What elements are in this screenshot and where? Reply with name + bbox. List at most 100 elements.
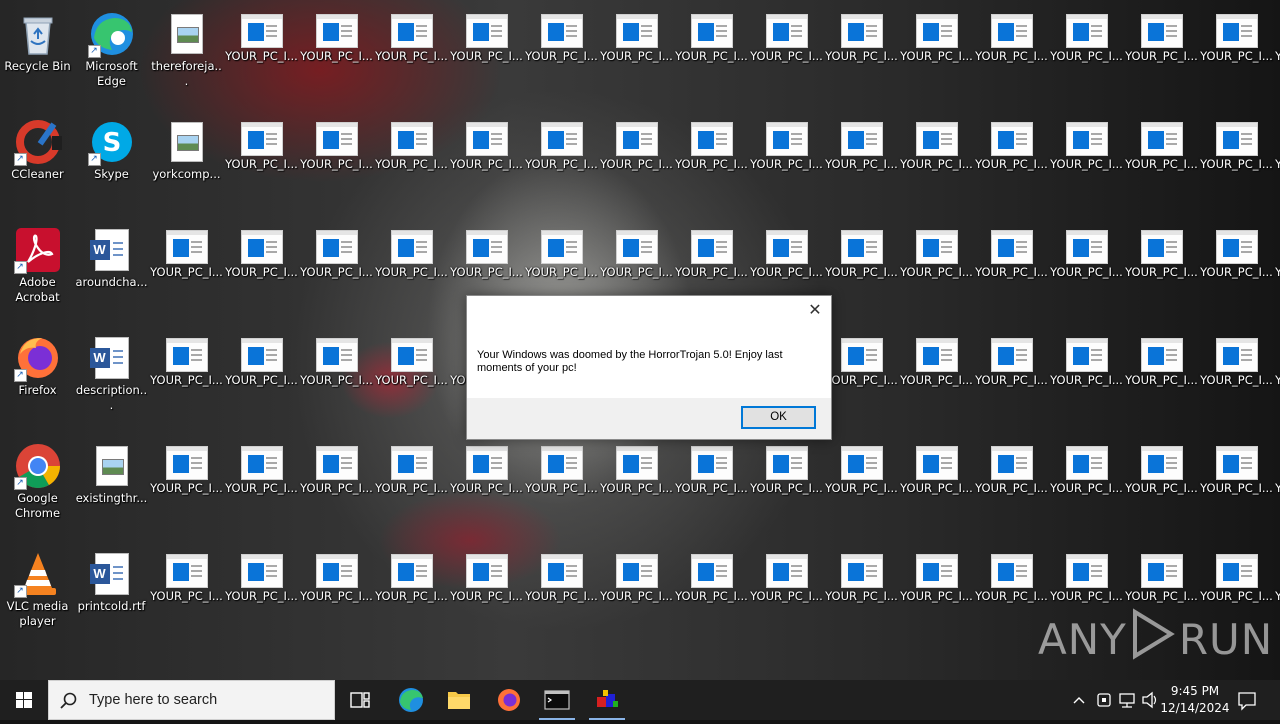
- taskbar-search-box[interactable]: Type here to search: [48, 680, 335, 720]
- desktop-icon-skype[interactable]: S ↗ Skype: [74, 112, 149, 212]
- ransom-note-file-icon[interactable]: YOUR_PC_I...: [824, 220, 899, 320]
- ransom-note-file-icon[interactable]: YOUR_PC_I...: [374, 4, 449, 104]
- ok-button[interactable]: OK: [741, 406, 816, 429]
- close-icon[interactable]: ✕: [805, 300, 825, 320]
- desktop-icon-microsoft-edge[interactable]: ↗ Microsoft Edge: [74, 4, 149, 104]
- desktop-icon-adobe-acrobat[interactable]: ↗ Adobe Acrobat: [0, 220, 75, 320]
- ransom-note-file-icon[interactable]: YOUR_PC_I...: [599, 112, 674, 212]
- ransom-note-file-icon[interactable]: YOUR_PC_I...: [299, 436, 374, 536]
- desktop-icon-ccleaner[interactable]: ↗ CCleaner: [0, 112, 75, 212]
- ransom-note-file-icon[interactable]: YOUR_PC_I...: [449, 436, 524, 536]
- ransom-note-file-icon[interactable]: YOUR_PC_I...: [299, 4, 374, 104]
- taskbar-command-prompt[interactable]: [533, 680, 581, 720]
- ransom-note-file-icon[interactable]: YOUR_PC_I...: [974, 4, 1049, 104]
- ransom-note-file-icon[interactable]: YOUR_PC_I...: [674, 4, 749, 104]
- desktop-icon-google-chrome[interactable]: ↗ Google Chrome: [0, 436, 75, 536]
- ransom-note-file-icon[interactable]: YOUR_PC_I...: [374, 220, 449, 320]
- ransom-note-file-icon[interactable]: YOUR_PC_I...: [1124, 220, 1199, 320]
- ransom-note-file-icon[interactable]: YOUR_PC_I...: [899, 4, 974, 104]
- desktop-icon-yorkcomp[interactable]: yorkcomp...: [149, 112, 224, 212]
- ransom-note-file-icon[interactable]: YOUR_PC_I...: [899, 544, 974, 644]
- ransom-note-file-icon[interactable]: YOUR_PC_I...: [599, 436, 674, 536]
- ransom-note-file-icon[interactable]: YOUR_PC_I...: [1274, 4, 1280, 104]
- ransom-note-file-icon[interactable]: YOUR_PC_I...: [149, 436, 224, 536]
- ransom-note-file-icon[interactable]: YOUR_PC_I...: [749, 436, 824, 536]
- taskbar-clock[interactable]: 9:45 PM 12/14/2024: [1160, 683, 1230, 717]
- ransom-note-file-icon[interactable]: YOUR_PC_I...: [299, 544, 374, 644]
- ransom-note-file-icon[interactable]: YOUR_PC_I...: [1274, 220, 1280, 320]
- ransom-note-file-icon[interactable]: YOUR_PC_I...: [1124, 4, 1199, 104]
- ransom-note-file-icon[interactable]: YOUR_PC_I...: [1049, 328, 1124, 428]
- ransom-note-file-icon[interactable]: YOUR_PC_I...: [674, 544, 749, 644]
- taskbar-file-explorer[interactable]: [435, 680, 483, 720]
- ransom-note-file-icon[interactable]: YOUR_PC_I...: [224, 328, 299, 428]
- ransom-note-file-icon[interactable]: YOUR_PC_I...: [449, 112, 524, 212]
- ransom-note-file-icon[interactable]: YOUR_PC_I...: [749, 544, 824, 644]
- ransom-note-file-icon[interactable]: YOUR_PC_I...: [224, 220, 299, 320]
- ransom-note-file-icon[interactable]: YOUR_PC_I...: [149, 544, 224, 644]
- ransom-note-file-icon[interactable]: YOUR_PC_I...: [674, 112, 749, 212]
- desktop-icon-thereforeja[interactable]: thereforeja...: [149, 4, 224, 104]
- ransom-note-file-icon[interactable]: YOUR_PC_I...: [1199, 328, 1274, 428]
- ransom-note-file-icon[interactable]: YOUR_PC_I...: [974, 220, 1049, 320]
- ransom-note-file-icon[interactable]: YOUR_PC_I...: [1199, 220, 1274, 320]
- ransom-note-file-icon[interactable]: YOUR_PC_I...: [1049, 112, 1124, 212]
- volume-button[interactable]: [1139, 680, 1161, 720]
- desktop-icon-printcold[interactable]: W printcold.rtf: [74, 544, 149, 644]
- ransom-note-file-icon[interactable]: YOUR_PC_I...: [449, 544, 524, 644]
- ransom-note-file-icon[interactable]: YOUR_PC_I...: [524, 544, 599, 644]
- task-view-button[interactable]: [336, 680, 384, 720]
- desktop-icon-description[interactable]: W description...: [74, 328, 149, 428]
- ransom-note-file-icon[interactable]: YOUR_PC_I...: [899, 220, 974, 320]
- ransom-note-file-icon[interactable]: YOUR_PC_I...: [149, 328, 224, 428]
- ransom-note-file-icon[interactable]: YOUR_PC_I...: [1274, 328, 1280, 428]
- ransom-note-file-icon[interactable]: YOUR_PC_I...: [299, 220, 374, 320]
- ransom-note-file-icon[interactable]: YOUR_PC_I...: [974, 112, 1049, 212]
- taskbar-firefox[interactable]: [485, 680, 533, 720]
- taskbar-trojan-app[interactable]: [583, 680, 631, 720]
- ransom-note-file-icon[interactable]: YOUR_PC_I...: [224, 4, 299, 104]
- ransom-note-file-icon[interactable]: YOUR_PC_I...: [374, 112, 449, 212]
- ransom-note-file-icon[interactable]: YOUR_PC_I...: [1049, 436, 1124, 536]
- ransom-note-file-icon[interactable]: YOUR_PC_I...: [749, 4, 824, 104]
- ransom-note-file-icon[interactable]: YOUR_PC_I...: [899, 112, 974, 212]
- ransom-note-file-icon[interactable]: YOUR_PC_I...: [899, 328, 974, 428]
- ransom-note-file-icon[interactable]: YOUR_PC_I...: [524, 436, 599, 536]
- ransom-note-file-icon[interactable]: YOUR_PC_I...: [524, 4, 599, 104]
- ransom-note-file-icon[interactable]: YOUR_PC_I...: [599, 544, 674, 644]
- taskbar-edge[interactable]: [387, 680, 435, 720]
- ransom-note-file-icon[interactable]: YOUR_PC_I...: [824, 328, 899, 428]
- ransom-note-file-icon[interactable]: YOUR_PC_I...: [974, 328, 1049, 428]
- desktop-icon-vlc[interactable]: ↗ VLC media player: [0, 544, 75, 644]
- ransom-note-file-icon[interactable]: YOUR_PC_I...: [1274, 436, 1280, 536]
- ransom-note-file-icon[interactable]: YOUR_PC_I...: [1274, 112, 1280, 212]
- ransom-note-file-icon[interactable]: YOUR_PC_I...: [299, 328, 374, 428]
- show-hidden-icons-button[interactable]: [1068, 680, 1090, 720]
- network-button[interactable]: [1116, 680, 1138, 720]
- ransom-note-file-icon[interactable]: YOUR_PC_I...: [1199, 4, 1274, 104]
- ransom-note-file-icon[interactable]: YOUR_PC_I...: [1049, 4, 1124, 104]
- start-button[interactable]: [0, 680, 48, 720]
- notifications-button[interactable]: [1234, 680, 1260, 720]
- ransom-note-file-icon[interactable]: YOUR_PC_I...: [599, 4, 674, 104]
- ransom-note-file-icon[interactable]: YOUR_PC_I...: [524, 112, 599, 212]
- ransom-note-file-icon[interactable]: YOUR_PC_I...: [224, 112, 299, 212]
- ransom-note-file-icon[interactable]: YOUR_PC_I...: [449, 4, 524, 104]
- ransom-note-file-icon[interactable]: YOUR_PC_I...: [824, 436, 899, 536]
- ransom-note-file-icon[interactable]: YOUR_PC_I...: [824, 4, 899, 104]
- ransom-note-file-icon[interactable]: YOUR_PC_I...: [1049, 220, 1124, 320]
- ransom-note-file-icon[interactable]: YOUR_PC_I...: [974, 436, 1049, 536]
- ransom-note-file-icon[interactable]: YOUR_PC_I...: [374, 328, 449, 428]
- ransom-note-file-icon[interactable]: YOUR_PC_I...: [1124, 328, 1199, 428]
- ransom-note-file-icon[interactable]: YOUR_PC_I...: [224, 544, 299, 644]
- ransom-note-file-icon[interactable]: YOUR_PC_I...: [224, 436, 299, 536]
- ransom-note-file-icon[interactable]: YOUR_PC_I...: [1124, 436, 1199, 536]
- desktop-icon-aroundcha[interactable]: W aroundcha...: [74, 220, 149, 320]
- ransom-note-file-icon[interactable]: YOUR_PC_I...: [824, 112, 899, 212]
- ransom-note-file-icon[interactable]: YOUR_PC_I...: [749, 112, 824, 212]
- ransom-note-file-icon[interactable]: YOUR_PC_I...: [1274, 544, 1280, 644]
- desktop-icon-existingthr[interactable]: existingthr...: [74, 436, 149, 536]
- ransom-note-file-icon[interactable]: YOUR_PC_I...: [149, 220, 224, 320]
- ransom-note-file-icon[interactable]: YOUR_PC_I...: [899, 436, 974, 536]
- ransom-note-file-icon[interactable]: YOUR_PC_I...: [374, 436, 449, 536]
